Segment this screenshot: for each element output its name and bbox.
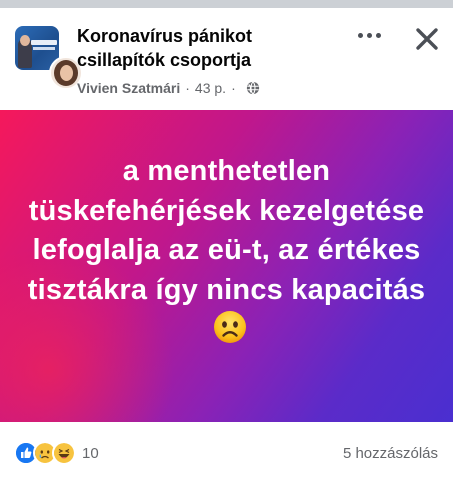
group-name[interactable]: Koronavírus pánikot csillapítók csoportj…	[77, 24, 327, 72]
post-background: a menthetetlen tüskefehérjések kezelgeté…	[0, 110, 453, 422]
reactions-summary[interactable]: 10	[14, 441, 99, 465]
post-time[interactable]: 43 p.	[195, 80, 226, 96]
post-text: a menthetetlen tüskefehérjések kezelgeté…	[27, 155, 426, 306]
post-footer: 10 5 hozzászólás	[0, 422, 453, 480]
globe-icon	[246, 81, 259, 95]
reaction-count: 10	[82, 444, 99, 462]
comments-count-link[interactable]: 5 hozzászólás	[343, 445, 438, 462]
post-header: Koronavírus pánikot csillapítók csoportj…	[0, 8, 453, 110]
post-text-block: a menthetetlen tüskefehérjések kezelgeté…	[20, 152, 433, 350]
group-avatar[interactable]	[15, 26, 83, 90]
more-horizontal-icon	[357, 32, 363, 38]
meta-separator: ·	[185, 80, 190, 96]
author-name[interactable]: Vivien Szatmári	[77, 80, 180, 96]
post-screen: Koronavírus pánikot csillapítók csoportj…	[0, 0, 453, 480]
post-meta: Vivien Szatmári · 43 p. ·	[77, 78, 260, 98]
frowning-face-emoji	[213, 311, 246, 343]
more-options-button[interactable]	[352, 22, 386, 48]
meta-separator-2: ·	[231, 80, 236, 96]
haha-reaction-icon	[52, 441, 76, 465]
top-divider	[0, 0, 453, 8]
close-icon[interactable]	[413, 25, 441, 53]
